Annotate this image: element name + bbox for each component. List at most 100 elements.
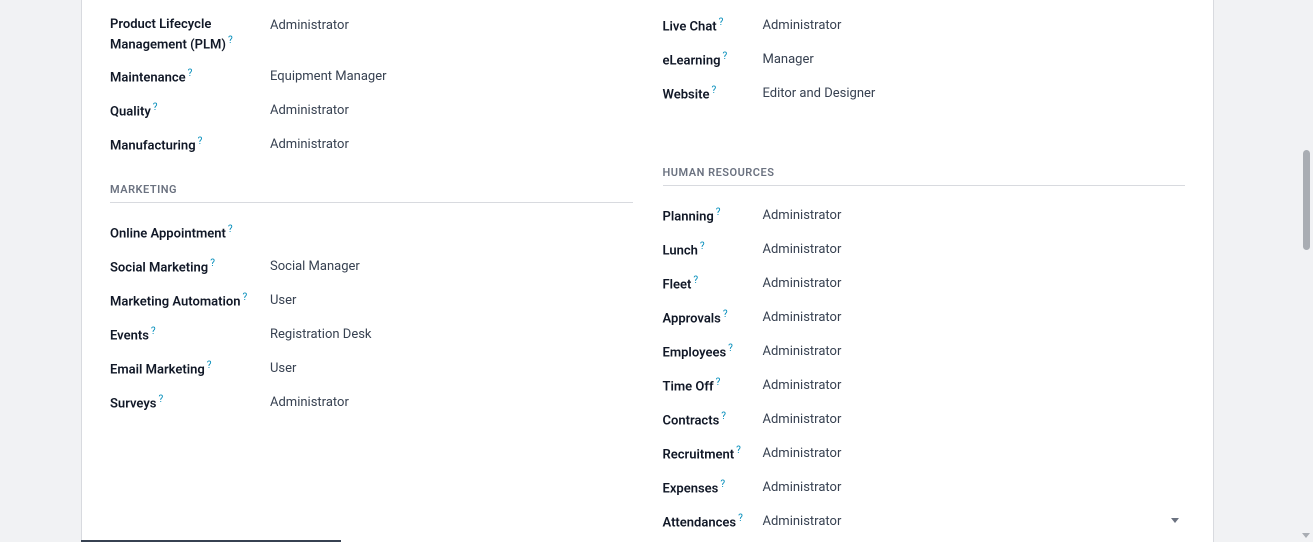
value-time-off[interactable]: Administrator bbox=[763, 376, 1186, 395]
row-planning: Planning? Administrator bbox=[663, 200, 1186, 234]
value-plm[interactable]: Administrator bbox=[270, 16, 633, 35]
label-surveys: Surveys? bbox=[110, 393, 270, 414]
help-icon[interactable]: ? bbox=[720, 479, 725, 490]
value-recruitment[interactable]: Administrator bbox=[763, 444, 1186, 463]
row-approvals: Approvals? Administrator bbox=[663, 302, 1186, 336]
label-quality: Quality? bbox=[110, 101, 270, 122]
help-icon[interactable]: ? bbox=[242, 292, 247, 303]
value-live-chat[interactable]: Administrator bbox=[763, 16, 1186, 35]
row-online-appointment: Online Appointment? bbox=[110, 217, 633, 251]
help-icon[interactable]: ? bbox=[716, 207, 721, 218]
label-recruitment: Recruitment? bbox=[663, 444, 763, 465]
label-lunch: Lunch? bbox=[663, 240, 763, 261]
label-social-marketing: Social Marketing? bbox=[110, 257, 270, 278]
label-text: Recruitment bbox=[663, 447, 735, 462]
row-maintenance: Maintenance? Equipment Manager bbox=[110, 61, 633, 95]
help-icon[interactable]: ? bbox=[721, 411, 726, 422]
label-text: Planning bbox=[663, 209, 714, 224]
scrollbar-thumb[interactable] bbox=[1303, 150, 1310, 250]
help-icon[interactable]: ? bbox=[228, 35, 233, 46]
left-column: Product Lifecycle Management (PLM)? Admi… bbox=[110, 0, 633, 540]
value-manufacturing[interactable]: Administrator bbox=[270, 135, 633, 154]
row-expenses: Expenses? Administrator bbox=[663, 472, 1186, 506]
label-email-marketing: Email Marketing? bbox=[110, 359, 270, 380]
label-text: Employees bbox=[663, 345, 727, 360]
value-contracts[interactable]: Administrator bbox=[763, 410, 1186, 429]
help-icon[interactable]: ? bbox=[738, 513, 743, 524]
label-text: Surveys bbox=[110, 396, 156, 411]
value-attendances[interactable]: Administrator bbox=[763, 512, 1186, 531]
value-marketing-automation[interactable]: User bbox=[270, 291, 633, 310]
label-text: Manufacturing bbox=[110, 138, 196, 153]
help-icon[interactable]: ? bbox=[722, 51, 727, 62]
value-approvals[interactable]: Administrator bbox=[763, 308, 1186, 327]
help-icon[interactable]: ? bbox=[693, 275, 698, 286]
help-icon[interactable]: ? bbox=[158, 394, 163, 405]
chevron-down-icon[interactable] bbox=[1171, 518, 1179, 523]
value-text: Administrator bbox=[763, 514, 842, 529]
help-icon[interactable]: ? bbox=[716, 377, 721, 388]
row-attendances: Attendances? Administrator bbox=[663, 506, 1186, 540]
label-text: Expenses bbox=[663, 481, 719, 496]
left-top-rows: Product Lifecycle Management (PLM)? Admi… bbox=[110, 0, 633, 163]
label-text: Live Chat bbox=[663, 19, 717, 34]
label-text: Time Off bbox=[663, 379, 714, 394]
row-recruitment: Recruitment? Administrator bbox=[663, 438, 1186, 472]
help-icon[interactable]: ? bbox=[736, 445, 741, 456]
help-icon[interactable]: ? bbox=[198, 136, 203, 147]
row-quality: Quality? Administrator bbox=[110, 95, 633, 129]
help-icon[interactable]: ? bbox=[728, 343, 733, 354]
row-surveys: Surveys? Administrator bbox=[110, 387, 633, 421]
right-column: Live Chat? Administrator eLearning? Mana… bbox=[663, 0, 1186, 540]
scrollbar-track[interactable] bbox=[1301, 0, 1312, 542]
help-icon[interactable]: ? bbox=[700, 241, 705, 252]
label-attendances: Attendances? bbox=[663, 512, 763, 533]
help-icon[interactable]: ? bbox=[207, 360, 212, 371]
label-text: Email Marketing bbox=[110, 362, 205, 377]
value-employees[interactable]: Administrator bbox=[763, 342, 1186, 361]
help-icon[interactable]: ? bbox=[711, 85, 716, 96]
value-website[interactable]: Editor and Designer bbox=[763, 84, 1186, 103]
value-lunch[interactable]: Administrator bbox=[763, 240, 1186, 259]
value-quality[interactable]: Administrator bbox=[270, 101, 633, 120]
label-text: eLearning bbox=[663, 53, 721, 68]
label-contracts: Contracts? bbox=[663, 410, 763, 431]
right-top-rows: Live Chat? Administrator eLearning? Mana… bbox=[663, 0, 1186, 112]
help-icon[interactable]: ? bbox=[723, 309, 728, 320]
value-maintenance[interactable]: Equipment Manager bbox=[270, 67, 633, 86]
row-social-marketing: Social Marketing? Social Manager bbox=[110, 251, 633, 285]
row-lunch: Lunch? Administrator bbox=[663, 234, 1186, 268]
row-employees: Employees? Administrator bbox=[663, 336, 1186, 370]
value-events[interactable]: Registration Desk bbox=[270, 325, 633, 344]
value-planning[interactable]: Administrator bbox=[763, 206, 1186, 225]
scroll-down-icon[interactable] bbox=[1302, 533, 1310, 538]
help-icon[interactable]: ? bbox=[153, 102, 158, 113]
help-icon[interactable]: ? bbox=[228, 224, 233, 235]
help-icon[interactable]: ? bbox=[151, 326, 156, 337]
label-text: Contracts bbox=[663, 413, 720, 428]
value-online-appointment[interactable] bbox=[270, 223, 633, 224]
label-text: Marketing Automation bbox=[110, 294, 240, 309]
row-manufacturing: Manufacturing? Administrator bbox=[110, 129, 633, 163]
value-elearning[interactable]: Manager bbox=[763, 50, 1186, 69]
label-text: Lunch bbox=[663, 243, 698, 258]
row-email-marketing: Email Marketing? User bbox=[110, 353, 633, 387]
row-events: Events? Registration Desk bbox=[110, 319, 633, 353]
help-icon[interactable]: ? bbox=[210, 258, 215, 269]
section-title-marketing: MARKETING bbox=[110, 183, 633, 203]
value-fleet[interactable]: Administrator bbox=[763, 274, 1186, 293]
label-text: Quality bbox=[110, 104, 151, 119]
help-icon[interactable]: ? bbox=[719, 17, 724, 28]
row-time-off: Time Off? Administrator bbox=[663, 370, 1186, 404]
label-text: Social Marketing bbox=[110, 260, 208, 275]
row-website: Website? Editor and Designer bbox=[663, 78, 1186, 112]
value-expenses[interactable]: Administrator bbox=[763, 478, 1186, 497]
value-surveys[interactable]: Administrator bbox=[270, 393, 633, 412]
value-email-marketing[interactable]: User bbox=[270, 359, 633, 378]
row-elearning: eLearning? Manager bbox=[663, 44, 1186, 78]
marketing-rows: Online Appointment? Social Marketing? So… bbox=[110, 217, 633, 421]
label-fleet: Fleet? bbox=[663, 274, 763, 295]
help-icon[interactable]: ? bbox=[188, 68, 193, 79]
value-social-marketing[interactable]: Social Manager bbox=[270, 257, 633, 276]
label-text: Product Lifecycle Management (PLM) bbox=[110, 17, 226, 53]
